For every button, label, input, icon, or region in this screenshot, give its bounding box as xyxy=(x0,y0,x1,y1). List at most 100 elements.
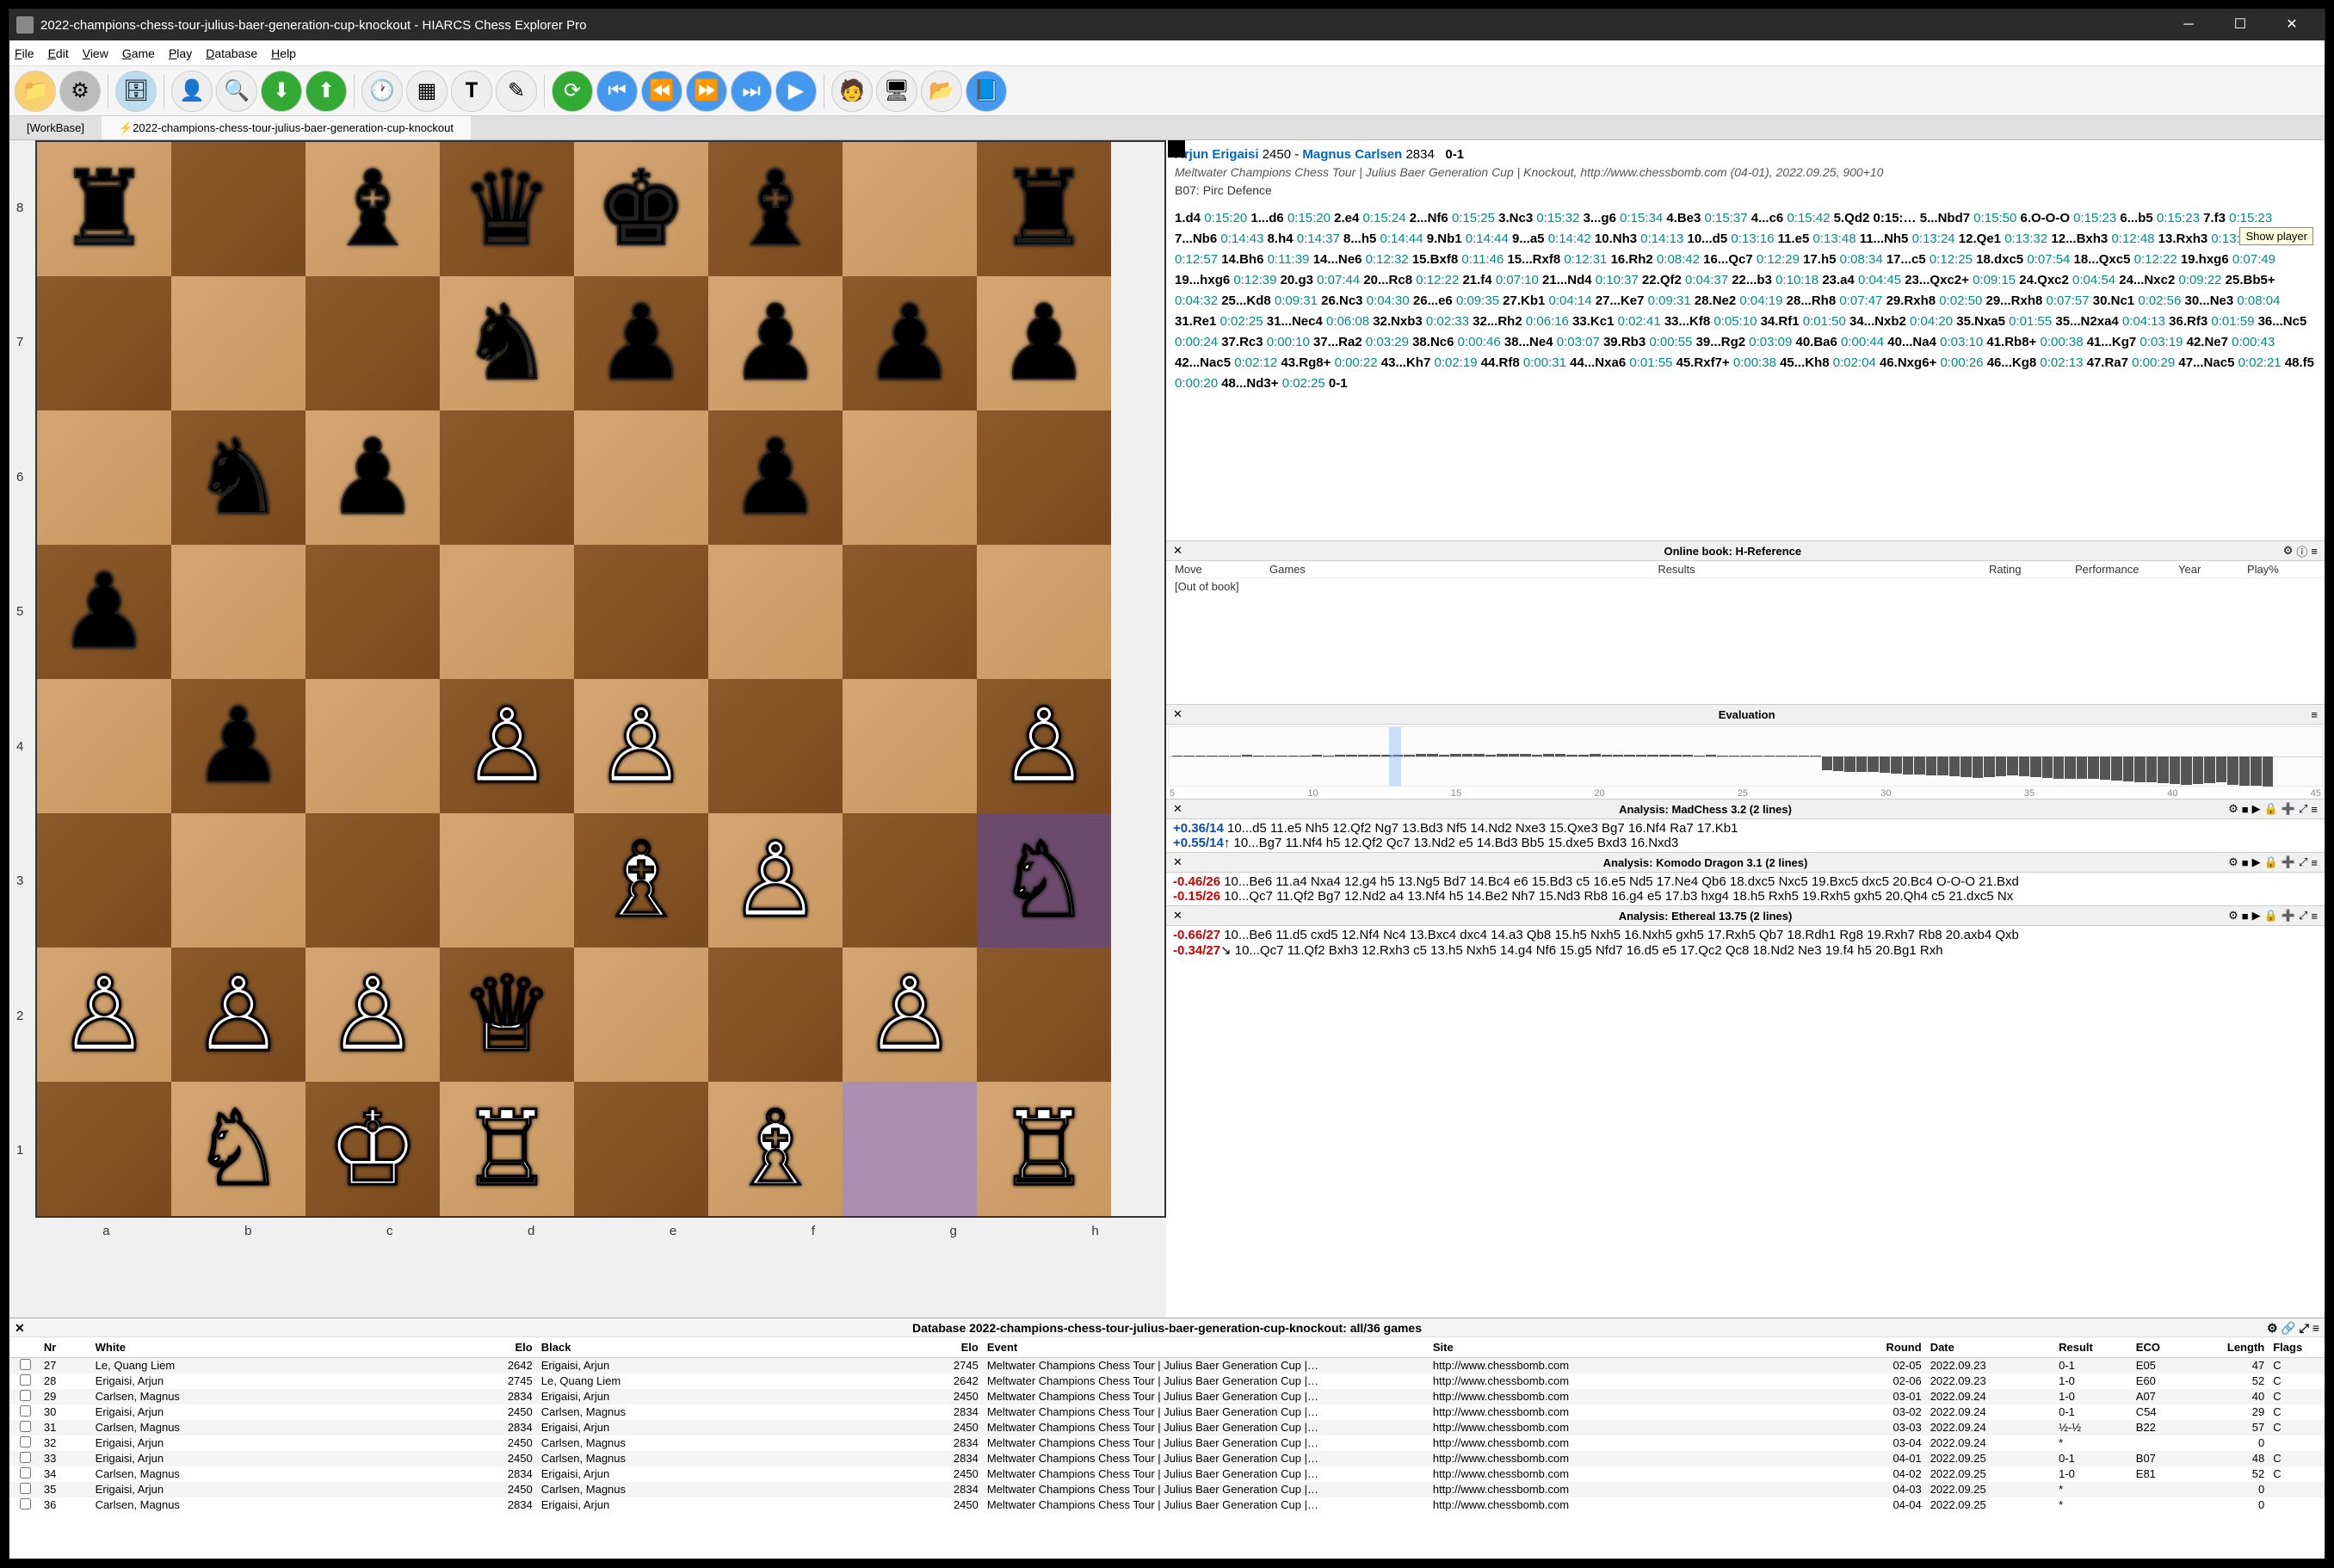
square-c5[interactable] xyxy=(306,545,440,679)
square-g4[interactable] xyxy=(843,679,977,813)
square-c4[interactable] xyxy=(306,679,440,813)
database-body[interactable]: 27Le, Quang Liem2642Erigaisi, Arjun2745M… xyxy=(9,1358,2325,1559)
square-g6[interactable] xyxy=(843,411,977,545)
table-row[interactable]: 29Carlsen, Magnus2834Erigaisi, Arjun2450… xyxy=(9,1389,2325,1404)
folders-icon[interactable]: 📂 xyxy=(921,71,962,112)
square-f1[interactable]: ♗ xyxy=(708,1082,843,1216)
play-icon[interactable]: ▶ xyxy=(775,71,817,112)
square-d7[interactable]: ♞ xyxy=(440,276,574,411)
menu-database[interactable]: Database xyxy=(206,46,257,60)
menu-view[interactable]: View xyxy=(83,46,108,60)
square-d1[interactable]: ♖ xyxy=(440,1082,574,1216)
clock-icon[interactable]: 🕐 xyxy=(361,71,403,112)
analysis-line[interactable]: +0.55/14↑ 10...Bg7 11.Nf4 h5 12.Qf2 Qc7 … xyxy=(1173,836,2318,850)
gear-icon[interactable]: ⚙ xyxy=(2228,802,2238,816)
square-b2[interactable]: ♙ xyxy=(171,948,306,1082)
gear-icon[interactable]: ⚙ xyxy=(2283,544,2294,558)
titlebar[interactable]: 2022-champions-chess-tour-julius-baer-ge… xyxy=(9,9,2325,40)
stop-icon[interactable]: ■ xyxy=(2242,803,2249,816)
folder-icon[interactable]: 📁 xyxy=(15,71,56,112)
row-checkbox[interactable] xyxy=(20,1498,31,1509)
info-icon[interactable]: ⓘ xyxy=(2296,543,2307,559)
grid-icon[interactable]: ▦ xyxy=(406,71,448,112)
table-row[interactable]: 36Carlsen, Magnus2834Erigaisi, Arjun2450… xyxy=(9,1497,2325,1513)
close-icon[interactable]: ✕ xyxy=(1173,707,1182,721)
menu-edit[interactable]: Edit xyxy=(48,46,69,60)
row-checkbox[interactable] xyxy=(20,1374,31,1386)
menu-icon[interactable]: ≡ xyxy=(2311,708,2318,721)
square-c6[interactable]: ♟ xyxy=(306,411,440,545)
square-h2[interactable] xyxy=(977,948,1111,1082)
square-c3[interactable] xyxy=(306,813,440,948)
board-person-icon[interactable]: 👤 xyxy=(171,71,213,112)
square-h3[interactable]: ♘ xyxy=(977,813,1111,948)
expand-icon[interactable]: ⤢ xyxy=(2299,909,2307,923)
first-icon[interactable]: ⏮ xyxy=(596,71,638,112)
square-h5[interactable] xyxy=(977,545,1111,679)
square-a7[interactable] xyxy=(37,276,171,411)
square-f2[interactable] xyxy=(708,948,843,1082)
square-a3[interactable] xyxy=(37,813,171,948)
close-icon[interactable]: ✕ xyxy=(1173,909,1182,923)
book-icon[interactable]: 📘 xyxy=(966,71,1007,112)
download-icon[interactable]: ⬇ xyxy=(261,71,302,112)
row-checkbox[interactable] xyxy=(20,1421,31,1432)
gear-icon[interactable]: ⚙ xyxy=(59,71,101,112)
square-a8[interactable]: ♜ xyxy=(37,142,171,276)
database-icon[interactable]: 🗄 xyxy=(115,71,157,112)
minimize-button[interactable]: ─ xyxy=(2163,9,2214,40)
analysis-line[interactable]: -0.46/26 10...Be6 11.a4 Nxa4 12.g4 h5 13… xyxy=(1173,874,2318,889)
tab-active[interactable]: ⚡ 2022-champions-chess-tour-julius-baer-… xyxy=(102,116,471,139)
square-e8[interactable]: ♚ xyxy=(574,142,708,276)
row-checkbox[interactable] xyxy=(20,1390,31,1401)
square-e3[interactable]: ♗ xyxy=(574,813,708,948)
table-row[interactable]: 30Erigaisi, Arjun2450Carlsen, Magnus2834… xyxy=(9,1404,2325,1420)
last-icon[interactable]: ⏭ xyxy=(731,71,772,112)
square-e6[interactable] xyxy=(574,411,708,545)
menu-icon[interactable]: ≡ xyxy=(2311,856,2318,869)
expand-icon[interactable]: ⤢ xyxy=(2300,1321,2309,1335)
tab-workbase[interactable]: [WorkBase] xyxy=(9,116,102,139)
upload-icon[interactable]: ⬆ xyxy=(306,71,347,112)
square-d4[interactable]: ♙ xyxy=(440,679,574,813)
square-c2[interactable]: ♙ xyxy=(306,948,440,1082)
text-icon[interactable]: 𝐓 xyxy=(451,71,492,112)
lock-icon[interactable]: 🔒 xyxy=(2264,855,2278,869)
table-row[interactable]: 33Erigaisi, Arjun2450Carlsen, Magnus2834… xyxy=(9,1451,2325,1466)
square-f6[interactable]: ♟ xyxy=(708,411,843,545)
square-d2[interactable]: ♕ xyxy=(440,948,574,1082)
square-f4[interactable] xyxy=(708,679,843,813)
row-checkbox[interactable] xyxy=(20,1359,31,1370)
square-g2[interactable]: ♙ xyxy=(843,948,977,1082)
square-a6[interactable] xyxy=(37,411,171,545)
row-checkbox[interactable] xyxy=(20,1467,31,1478)
square-b1[interactable]: ♘ xyxy=(171,1082,306,1216)
link-icon[interactable]: 🔗 xyxy=(2281,1321,2295,1335)
square-e4[interactable]: ♙ xyxy=(574,679,708,813)
square-h7[interactable]: ♟ xyxy=(977,276,1111,411)
table-row[interactable]: 35Erigaisi, Arjun2450Carlsen, Magnus2834… xyxy=(9,1482,2325,1497)
square-g7[interactable]: ♟ xyxy=(843,276,977,411)
analysis-line[interactable]: -0.15/26 10...Qc7 11.Qf2 Bg7 12.Nd2 a4 1… xyxy=(1173,889,2318,904)
menu-icon[interactable]: ≡ xyxy=(2311,803,2318,816)
square-g1[interactable] xyxy=(843,1082,977,1216)
expand-icon[interactable]: ⤢ xyxy=(2299,802,2307,816)
analysis-line[interactable]: -0.34/27↘ 10...Qc7 11.Qf2 Bxh3 12.Rxh3 c… xyxy=(1173,942,2318,958)
maximize-button[interactable]: ☐ xyxy=(2214,9,2266,40)
square-f3[interactable]: ♙ xyxy=(708,813,843,948)
gear-icon[interactable]: ⚙ xyxy=(2228,909,2238,923)
black-player[interactable]: Magnus Carlsen xyxy=(1302,147,1402,162)
expand-icon[interactable]: ⤢ xyxy=(2299,855,2307,869)
table-row[interactable]: 27Le, Quang Liem2642Erigaisi, Arjun2745M… xyxy=(9,1358,2325,1374)
menu-icon[interactable]: ≡ xyxy=(2311,910,2318,923)
square-b5[interactable] xyxy=(171,545,306,679)
square-g3[interactable] xyxy=(843,813,977,948)
row-checkbox[interactable] xyxy=(20,1436,31,1448)
table-row[interactable]: 34Carlsen, Magnus2834Erigaisi, Arjun2450… xyxy=(9,1466,2325,1482)
menu-file[interactable]: File xyxy=(15,46,34,60)
lock-icon[interactable]: 🔒 xyxy=(2264,802,2278,816)
table-row[interactable]: 28Erigaisi, Arjun2745Le, Quang Liem2642M… xyxy=(9,1374,2325,1389)
square-d8[interactable]: ♛ xyxy=(440,142,574,276)
play-icon[interactable]: ▶ xyxy=(2252,909,2261,923)
server-icon[interactable]: 🖥 xyxy=(876,71,917,112)
